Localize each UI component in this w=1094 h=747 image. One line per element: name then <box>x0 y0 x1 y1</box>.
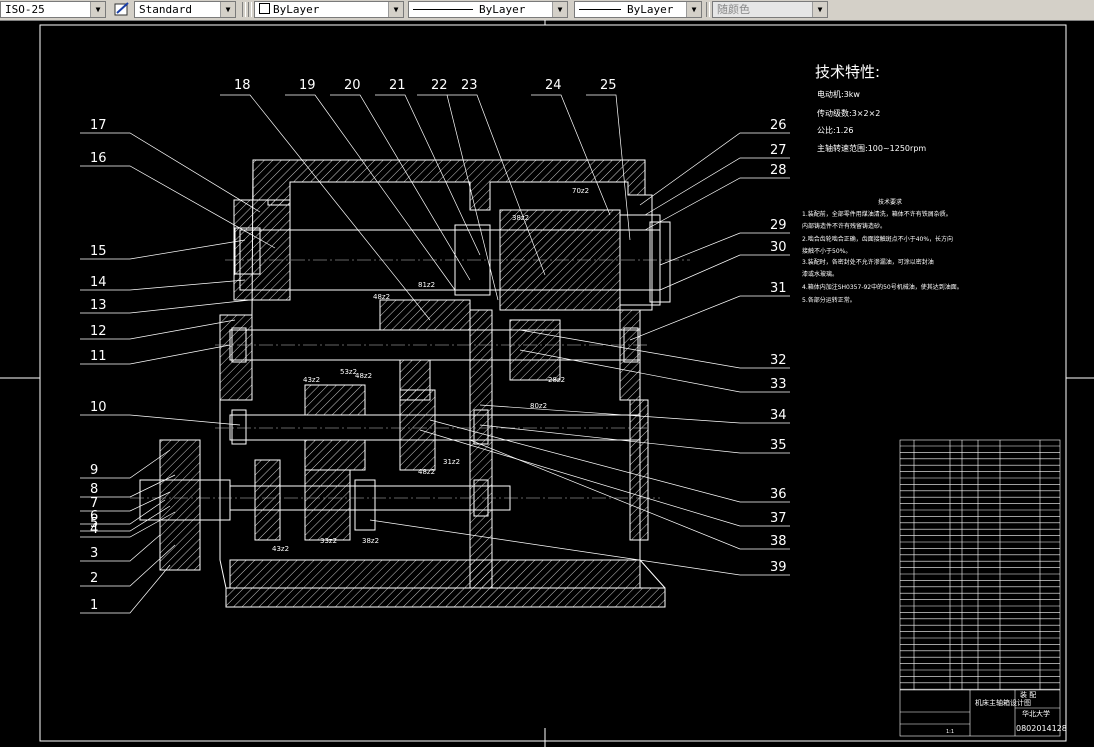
callout-label: 12 <box>90 324 107 339</box>
callout-label: 9 <box>90 463 98 478</box>
gear <box>379 299 471 331</box>
callout-label: 38 <box>770 534 787 549</box>
leader-line <box>285 94 456 291</box>
spec-line: 传动级数:3×2×2 <box>817 108 880 118</box>
callout-label: 11 <box>90 349 107 364</box>
leader-line <box>629 295 790 341</box>
dimension-label: 43z2 <box>303 376 320 384</box>
callout-label: 20 <box>344 78 361 93</box>
title-block-material: 装 配 <box>1020 690 1036 699</box>
callout-label: 39 <box>770 560 787 575</box>
dimension-label: 80z2 <box>530 402 547 410</box>
dimension-label: 48z2 <box>373 293 390 301</box>
drawing-canvas[interactable]: 171615141312111098765432118 19 20 21 22 23 24 2… <box>0 0 1094 747</box>
technical-characteristics: 技术特性: 电动机:3kw 传动级数:3×2×2 公比:1.26 主轴转速范围:… <box>815 63 926 153</box>
gear <box>304 384 366 416</box>
requirement-line: 2.啮合齿轮啮合正确，齿面接触斑点不小于40%，长方向 <box>802 235 953 243</box>
housing-mid-wall <box>469 309 493 589</box>
leader-line <box>644 157 790 216</box>
requirements-heading: 技术要求 <box>878 198 902 206</box>
callout-label: 1 <box>90 598 98 613</box>
callout-label: 36 <box>770 487 787 502</box>
requirement-line: 漆或水玻璃。 <box>802 270 838 278</box>
callout-label: 27 <box>770 143 787 158</box>
callout-label: 16 <box>90 151 107 166</box>
callout-label: 4 <box>90 522 98 537</box>
housing-base <box>225 587 666 608</box>
dimension-label: 38z2 <box>362 537 379 545</box>
dimension-label: 48z2 <box>355 372 372 380</box>
spec-line: 电动机:3kw <box>817 89 860 99</box>
dimension-label: 33z2 <box>320 537 337 545</box>
title-block: 机床主轴箱设计图 装 配 华北大学 0802014128 1:1 <box>946 690 1067 735</box>
technical-requirements: 技术要求 1.装配前，全部零件用煤油清洗，箱体不许有铁屑杂质。 内部铸造件不许有… <box>802 198 963 304</box>
callout-label: 23 <box>461 78 478 93</box>
title-block-scale: 1:1 <box>946 729 954 735</box>
school-name: 华北大学 <box>1022 709 1050 718</box>
callout-label: 17 <box>90 118 107 133</box>
callout-label: 14 <box>90 275 107 290</box>
callout-label: 24 <box>545 78 562 93</box>
gear <box>509 319 561 381</box>
drawing-number: 0802014128 <box>1016 724 1067 733</box>
housing-top-wall <box>252 159 646 211</box>
gear <box>304 469 351 541</box>
housing-floor <box>229 559 641 589</box>
requirement-line: 5.各部分运转正常。 <box>802 296 856 304</box>
callout-label: 34 <box>770 408 787 423</box>
callout-label: 13 <box>90 298 107 313</box>
requirement-line: 3.装配时，各密封处不允许渗漏油，可涂以密封油 <box>802 258 934 266</box>
leader-line <box>80 132 261 213</box>
callout-label: 15 <box>90 244 107 259</box>
callout-label: 19 <box>299 78 316 93</box>
leader-line <box>80 414 241 426</box>
dimension-label: 81z2 <box>418 281 435 289</box>
leader-line <box>531 94 611 216</box>
requirement-line: 内部铸造件不许有残留铸造砂。 <box>802 222 886 230</box>
gear <box>354 479 376 531</box>
housing-right-wall <box>619 309 641 401</box>
dimension-label: 28z2 <box>548 376 565 384</box>
callout-label: 29 <box>770 218 787 233</box>
dimension-label: 43z2 <box>272 545 289 553</box>
gear <box>254 459 281 541</box>
requirement-line: 接触不小于50%。 <box>802 247 851 255</box>
callout-label: 3 <box>90 546 98 561</box>
gear <box>304 439 366 471</box>
callout-label: 32 <box>770 353 787 368</box>
pulley <box>159 439 201 571</box>
callout-label: 37 <box>770 511 787 526</box>
leader-line <box>639 132 790 206</box>
callout-label: 26 <box>770 118 787 133</box>
housing-right-lower <box>629 399 649 541</box>
callout-label: 22 <box>431 78 448 93</box>
dimension-label: 31z2 <box>443 458 460 466</box>
callout-label: 28 <box>770 163 787 178</box>
spec-line: 主轴转速范围:100~1250rpm <box>817 143 926 153</box>
callout-label: 33 <box>770 377 787 392</box>
gear <box>399 389 436 471</box>
dimension-label: 70z2 <box>572 187 589 195</box>
callout-label: 31 <box>770 281 787 296</box>
spindle-left-bearing-block <box>233 199 291 301</box>
leader-line <box>330 94 471 281</box>
drawing-title: 机床主轴箱设计图 <box>975 698 1031 707</box>
callout-label: 8 <box>90 482 98 497</box>
callout-label: 18 <box>234 78 251 93</box>
dimension-label: 48z2 <box>418 468 435 476</box>
callout-label: 25 <box>600 78 617 93</box>
callout-label: 2 <box>90 571 98 586</box>
callout-label: 21 <box>389 78 406 93</box>
spec-line: 公比:1.26 <box>817 125 854 135</box>
requirement-line: 4.箱体内加注SH0357-92中的50号机械油，使其达到油面。 <box>802 283 963 291</box>
dimension-label: 38z2 <box>512 214 529 222</box>
callout-label: 35 <box>770 438 787 453</box>
callout-label: 30 <box>770 240 787 255</box>
requirement-line: 1.装配前，全部零件用煤油清洗，箱体不许有铁屑杂质。 <box>802 210 952 218</box>
callout-label: 10 <box>90 400 107 415</box>
spec-heading: 技术特性: <box>815 63 880 81</box>
